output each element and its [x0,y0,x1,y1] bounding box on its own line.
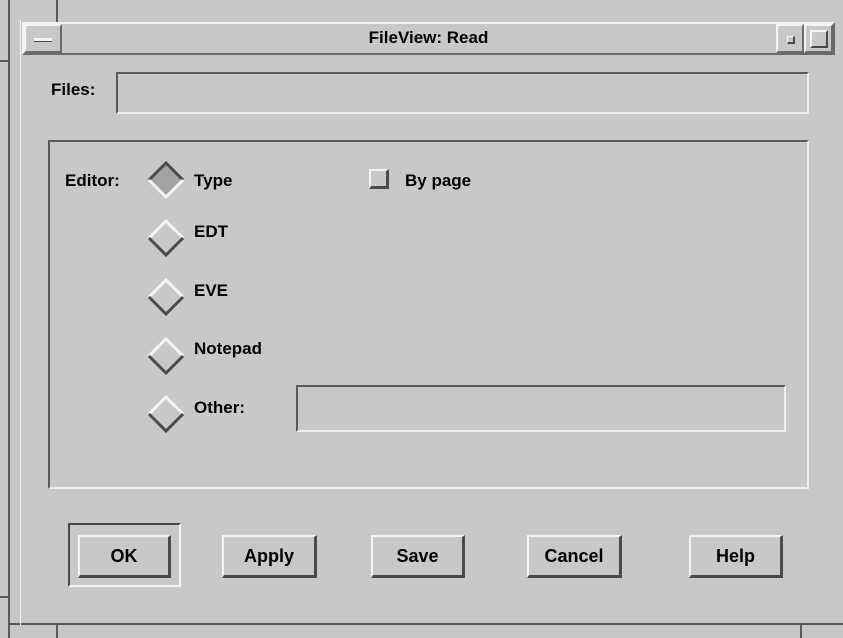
save-button[interactable]: Save [371,535,465,578]
frame-left-top-notch[interactable] [0,60,8,62]
frame-inner-edge [20,20,21,625]
radio-other-icon[interactable] [147,395,185,433]
apply-button[interactable]: Apply [222,535,317,578]
frame-left-bottom-notch[interactable] [0,596,8,598]
by-page-label[interactable]: By page [405,171,471,191]
radio-eve-label[interactable]: EVE [194,281,228,301]
frame-bottom-left-notch[interactable] [56,624,58,638]
radio-notepad-icon[interactable] [147,337,185,375]
files-input[interactable] [116,72,809,114]
maximize-button[interactable] [804,24,833,53]
title-bar[interactable]: FileView: Read [22,22,835,55]
radio-edt-label[interactable]: EDT [194,222,228,242]
window-menu-button[interactable] [24,24,62,53]
frame-bottom-edge[interactable] [8,623,843,625]
frame-left-edge[interactable] [8,0,10,638]
window-title: FileView: Read [368,28,489,47]
window-menu-icon [34,38,52,42]
by-page-checkbox[interactable] [369,169,389,189]
ok-button[interactable]: OK [78,535,171,578]
other-editor-input[interactable] [296,385,786,432]
help-button[interactable]: Help [689,535,783,578]
cancel-button[interactable]: Cancel [527,535,622,578]
radio-type-label[interactable]: Type [194,171,232,191]
radio-edt-icon[interactable] [147,219,185,257]
maximize-icon [810,30,828,48]
radio-other-label[interactable]: Other: [194,398,245,418]
editor-label: Editor: [65,171,120,190]
frame-top-left-notch[interactable] [56,0,58,22]
files-label: Files: [51,80,96,99]
radio-type-selected-icon[interactable] [147,161,185,199]
minimize-icon [787,36,795,44]
minimize-button[interactable] [776,24,804,53]
frame-bottom-right-notch[interactable] [800,624,802,638]
radio-eve-icon[interactable] [147,278,185,316]
radio-notepad-label[interactable]: Notepad [194,339,262,359]
